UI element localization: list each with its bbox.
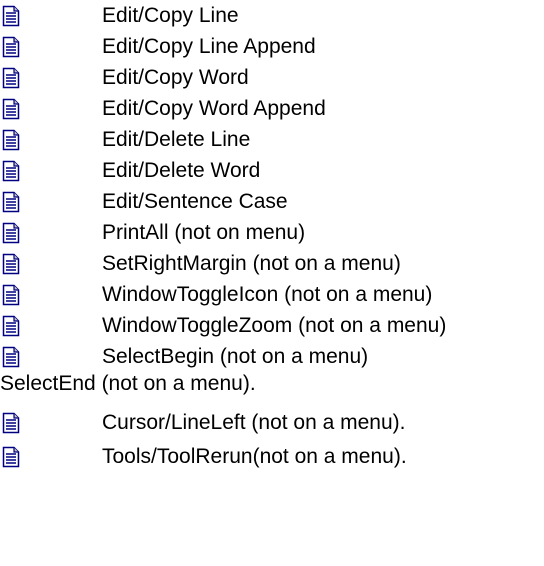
topic-label[interactable]: PrintAll (not on menu) — [102, 220, 305, 246]
topic-label[interactable]: SetRightMargin (not on a menu) — [102, 251, 401, 277]
topic-label[interactable]: WindowToggleIcon (not on a menu) — [102, 282, 432, 308]
document-icon — [2, 315, 20, 337]
document-icon — [2, 253, 20, 275]
document-icon — [2, 346, 20, 368]
continuation-text: SelectEnd (not on a menu). — [0, 372, 256, 395]
topic-label[interactable]: Edit/Sentence Case — [102, 189, 288, 215]
document-icon — [2, 284, 20, 306]
document-icon — [2, 67, 20, 89]
topic-label[interactable]: Edit/Copy Word Append — [102, 96, 326, 122]
topic-label[interactable]: Edit/Copy Line Append — [102, 34, 316, 60]
document-icon — [2, 191, 20, 213]
topic-label[interactable]: WindowToggleZoom (not on a menu) — [102, 313, 446, 339]
document-icon — [2, 412, 20, 434]
topic-label[interactable]: SelectBegin (not on a menu) — [102, 344, 368, 370]
document-icon — [2, 160, 20, 182]
topic-label[interactable]: Edit/Delete Line — [102, 127, 250, 153]
help-topic-page: { "topics": [ {"label": "Edit/Copy Line"… — [0, 0, 544, 566]
topic-label[interactable]: Edit/Copy Line — [102, 3, 239, 29]
topic-label[interactable]: Edit/Delete Word — [102, 158, 260, 184]
topic-label[interactable]: Tools/ToolRerun(not on a menu). — [102, 444, 407, 470]
document-icon — [2, 5, 20, 27]
document-icon — [2, 446, 20, 468]
topic-label[interactable]: Edit/Copy Word — [102, 65, 249, 91]
document-icon — [2, 129, 20, 151]
document-icon — [2, 98, 20, 120]
document-icon — [2, 222, 20, 244]
document-icon — [2, 36, 20, 58]
topic-label[interactable]: Cursor/LineLeft (not on a menu). — [102, 410, 406, 436]
